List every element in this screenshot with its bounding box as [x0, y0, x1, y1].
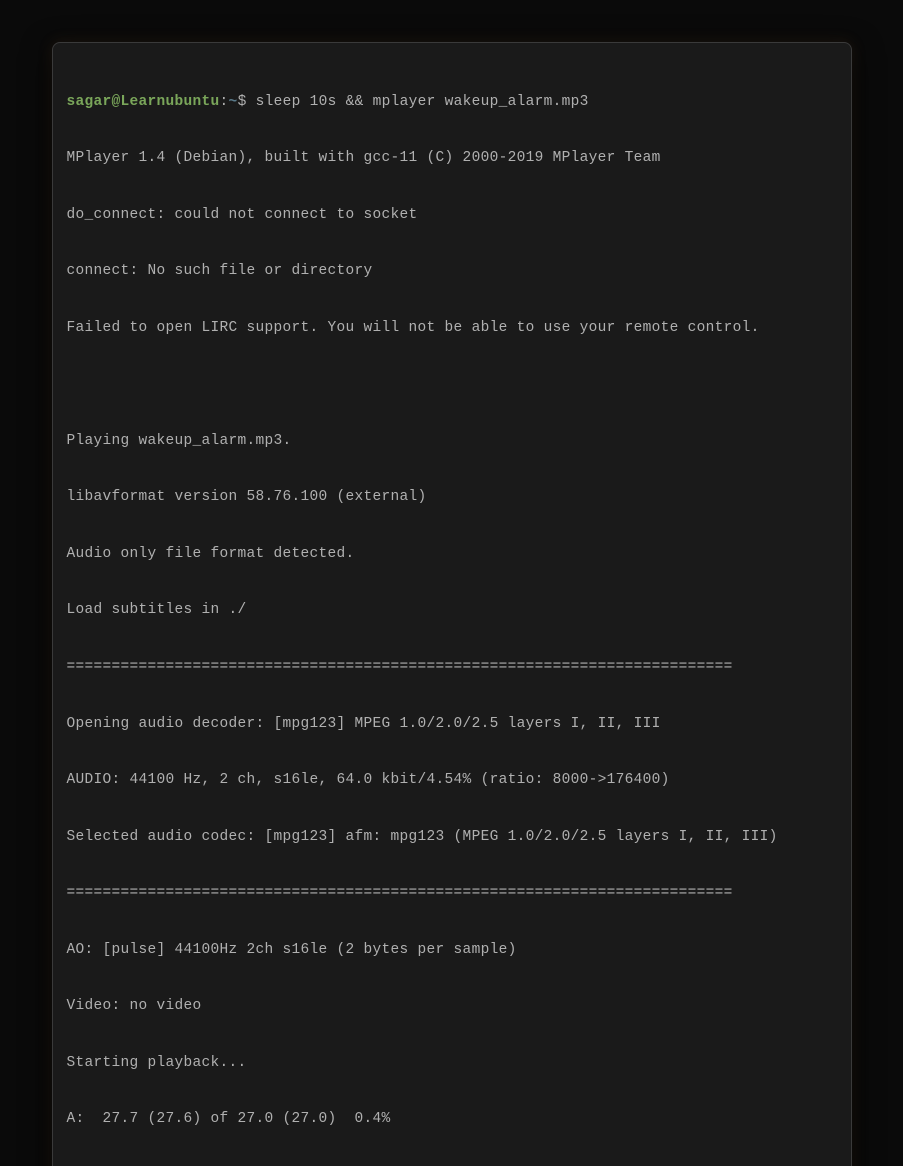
output-line: connect: No such file or directory — [67, 262, 837, 281]
prompt-user-host: sagar@Learnubuntu — [67, 94, 220, 110]
output-line: ========================================… — [67, 658, 837, 677]
output-line: AO: [pulse] 44100Hz 2ch s16le (2 bytes p… — [67, 941, 837, 960]
output-line: Starting playback... — [67, 1054, 837, 1073]
output-line: Audio only file format detected. — [67, 545, 837, 564]
output-line: AUDIO: 44100 Hz, 2 ch, s16le, 64.0 kbit/… — [67, 771, 837, 790]
output-line: Selected audio codec: [mpg123] afm: mpg1… — [67, 828, 837, 847]
blank-line — [67, 375, 837, 394]
output-line: Failed to open LIRC support. You will no… — [67, 319, 837, 338]
output-line: do_connect: could not connect to socket — [67, 206, 837, 225]
prompt-line-1: sagar@Learnubuntu:~$ sleep 10s && mplaye… — [67, 93, 837, 112]
output-line: MPlayer 1.4 (Debian), built with gcc-11 … — [67, 149, 837, 168]
terminal-window[interactable]: sagar@Learnubuntu:~$ sleep 10s && mplaye… — [52, 42, 852, 1166]
output-line: A: 27.7 (27.6) of 27.0 (27.0) 0.4% — [67, 1110, 837, 1129]
output-line: Opening audio decoder: [mpg123] MPEG 1.0… — [67, 715, 837, 734]
terminal-content: sagar@Learnubuntu:~$ sleep 10s && mplaye… — [67, 55, 837, 1166]
output-line: Video: no video — [67, 997, 837, 1016]
output-line: ========================================… — [67, 884, 837, 903]
prompt-path: ~ — [229, 94, 238, 110]
command-1: sleep 10s && mplayer wakeup_alarm.mp3 — [256, 94, 589, 110]
output-line: Playing wakeup_alarm.mp3. — [67, 432, 837, 451]
output-line: libavformat version 58.76.100 (external) — [67, 488, 837, 507]
output-line: Load subtitles in ./ — [67, 601, 837, 620]
prompt-symbol: $ — [238, 94, 256, 110]
prompt-colon: : — [220, 94, 229, 110]
